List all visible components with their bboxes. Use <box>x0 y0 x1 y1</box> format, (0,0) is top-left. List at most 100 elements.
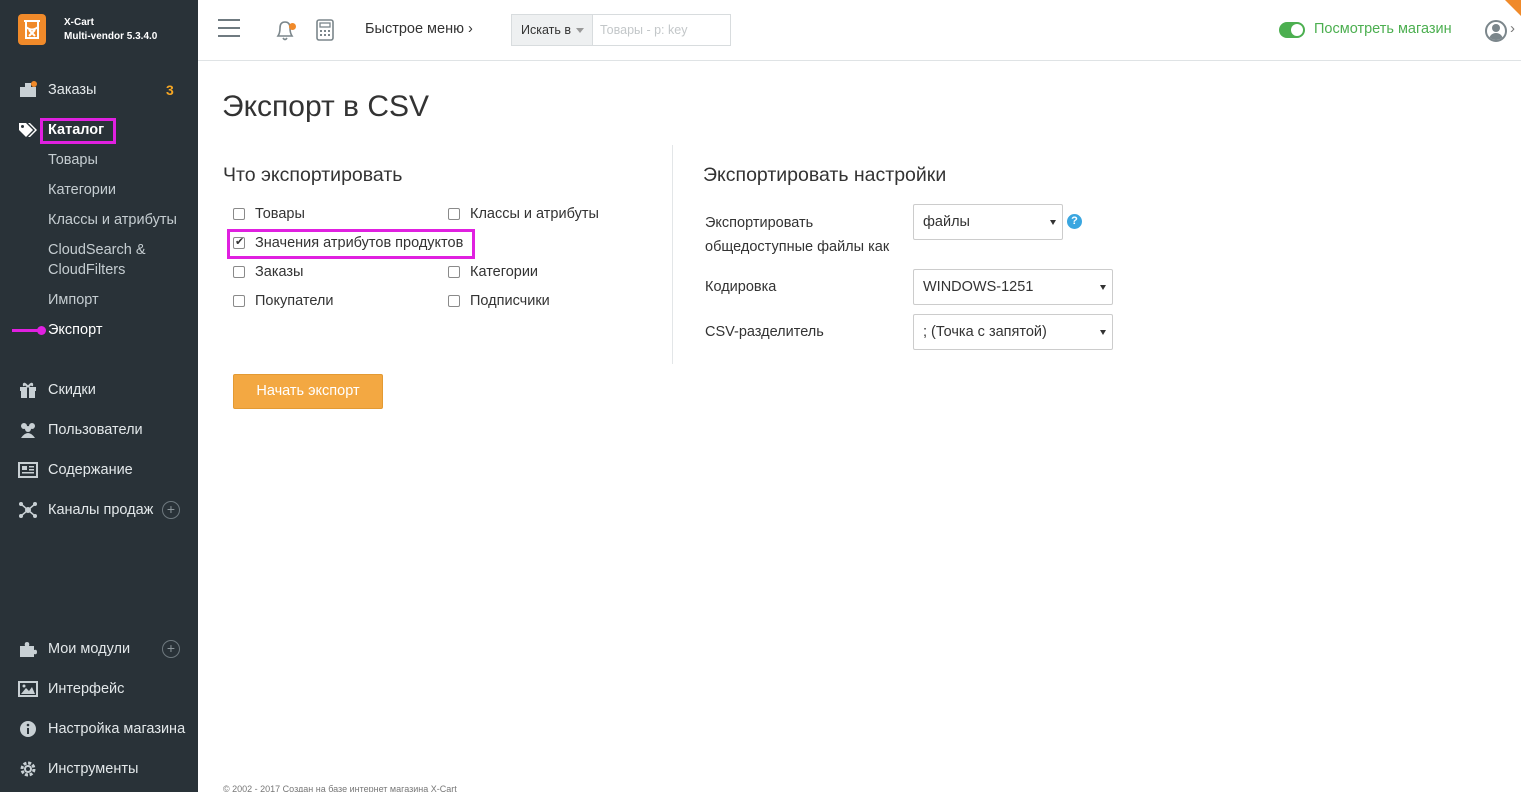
search-scope-label: Искать в <box>521 23 572 37</box>
user-avatar-icon[interactable] <box>1485 20 1507 42</box>
checkbox[interactable] <box>448 266 460 278</box>
footer-copyright: © 2002 - 2017 Создан на базе интернет ма… <box>223 784 457 792</box>
caret-down-icon <box>1050 220 1056 225</box>
option-label: Заказы <box>255 264 304 280</box>
sidebar-item-discounts[interactable]: Скидки <box>0 378 198 402</box>
public-files-label: Экспортировать общедоступные файлы как <box>705 211 889 259</box>
caret-down-icon <box>1100 330 1106 335</box>
sidebar-item-label: Инструменты <box>48 761 139 777</box>
xcart-logo-icon <box>18 14 46 45</box>
caret-down-icon <box>1100 285 1106 290</box>
encoding-label: Кодировка <box>705 279 777 295</box>
export-option-customers[interactable]: Покупатели <box>233 293 333 309</box>
sidebar-item-my-modules[interactable]: Мои модули + <box>0 637 198 661</box>
export-option-attribute-values[interactable]: Значения атрибутов продуктов <box>233 235 463 251</box>
checkbox[interactable] <box>448 208 460 220</box>
export-option-orders[interactable]: Заказы <box>233 264 303 280</box>
network-icon <box>19 502 37 518</box>
orders-count-badge: 3 <box>166 82 174 98</box>
option-label: Товары <box>255 206 305 222</box>
checkbox[interactable] <box>233 295 245 307</box>
sidebar-subitem-cloudfilters[interactable]: CloudFilters <box>48 260 125 280</box>
brand-row[interactable]: X-Cart Multi-vendor 5.3.4.0 <box>18 14 157 45</box>
sidebar-item-label: Интерфейс <box>48 681 125 697</box>
sidebar-item-orders[interactable]: Заказы 3 <box>0 78 198 102</box>
image-icon <box>18 681 38 697</box>
sidebar-subitem-export[interactable]: Экспорт <box>48 320 102 340</box>
puzzle-icon <box>20 642 37 657</box>
sidebar-item-content[interactable]: Содержание <box>0 458 198 482</box>
what-to-export-heading: Что экспортировать <box>223 164 403 186</box>
export-option-categories[interactable]: Категории <box>448 264 538 280</box>
column-divider <box>672 145 673 364</box>
sidebar-subitem-import[interactable]: Импорт <box>48 290 99 310</box>
sidebar-item-catalog[interactable]: Каталог <box>48 122 104 138</box>
corner-ribbon <box>1505 0 1521 16</box>
public-files-label-line2: общедоступные файлы как <box>705 239 890 255</box>
option-label: Значения атрибутов продуктов <box>255 235 464 251</box>
checkbox[interactable] <box>448 295 460 307</box>
sidebar: X-Cart Multi-vendor 5.3.4.0 Заказы 3 Кат… <box>0 0 198 792</box>
search-input[interactable]: Товары - p: key <box>591 14 731 46</box>
brand-text: X-Cart Multi-vendor 5.3.4.0 <box>64 16 157 44</box>
quick-menu-link[interactable]: Быстрое меню › <box>365 21 473 37</box>
delimiter-label: CSV-разделитель <box>705 324 824 340</box>
sidebar-item-label: Содержание <box>48 462 133 478</box>
export-option-products[interactable]: Товары <box>233 206 305 222</box>
info-icon <box>20 721 36 737</box>
option-label: Категории <box>470 264 539 280</box>
store-visibility-toggle[interactable] <box>1279 22 1305 38</box>
sidebar-item-sales-channels[interactable]: Каналы продаж + <box>0 498 198 522</box>
sidebar-subitem-products[interactable]: Товары <box>48 150 98 170</box>
sidebar-subitem-categories[interactable]: Категории <box>48 180 116 200</box>
sidebar-item-users[interactable]: Пользователи <box>0 418 198 442</box>
bell-icon[interactable] <box>274 18 296 42</box>
view-store-link[interactable]: Посмотреть магазин <box>1314 21 1452 37</box>
users-icon <box>21 423 35 438</box>
option-label: Классы и атрибуты <box>470 206 599 222</box>
sidebar-item-label: Настройка магазина <box>48 721 186 737</box>
start-export-button[interactable]: Начать экспорт <box>233 374 383 409</box>
notification-dot <box>289 23 296 30</box>
sidebar-item-label: Каналы продаж <box>48 502 154 518</box>
encoding-value: WINDOWS-1251 <box>923 279 1034 295</box>
brand-version: Multi-vendor 5.3.4.0 <box>64 30 158 42</box>
gift-icon <box>20 382 36 398</box>
calculator-icon[interactable] <box>316 19 334 41</box>
checkbox[interactable] <box>233 266 245 278</box>
checkbox-checked[interactable] <box>233 235 245 249</box>
sidebar-item-interface[interactable]: Интерфейс <box>0 677 198 701</box>
gear-icon <box>20 761 36 777</box>
sidebar-subitem-cloudsearch[interactable]: CloudSearch & <box>48 240 146 260</box>
public-files-value: файлы <box>923 214 970 230</box>
export-option-subscribers[interactable]: Подписчики <box>448 293 550 309</box>
help-icon[interactable]: ? <box>1067 214 1082 229</box>
sidebar-item-label: Пользователи <box>48 422 143 438</box>
sidebar-item-store-setup[interactable]: Настройка магазина <box>0 717 198 741</box>
export-settings-heading: Экспортировать настройки <box>703 164 947 186</box>
export-option-classes-attributes[interactable]: Классы и атрибуты <box>448 206 599 222</box>
search-scope-dropdown[interactable]: Искать в <box>511 14 593 46</box>
public-files-select[interactable]: файлы <box>913 204 1063 240</box>
sidebar-subitem-classes-attributes[interactable]: Классы и атрибуты <box>48 210 177 230</box>
caret-down-icon <box>576 28 584 33</box>
encoding-select[interactable]: WINDOWS-1251 <box>913 269 1113 305</box>
public-files-label-line1: Экспортировать <box>705 215 814 231</box>
sidebar-item-label: Мои модули <box>48 641 131 657</box>
chevron-right-icon[interactable]: › <box>1510 20 1515 37</box>
checkbox[interactable] <box>233 208 245 220</box>
sidebar-item-label: Заказы <box>48 82 97 98</box>
pointer-arrow-head <box>37 326 46 335</box>
hamburger-menu-icon[interactable] <box>218 19 240 37</box>
option-label: Подписчики <box>470 293 550 309</box>
content-icon <box>18 462 38 478</box>
add-sales-channel-button[interactable]: + <box>162 501 180 519</box>
delimiter-select[interactable]: ; (Точка с запятой) <box>913 314 1113 350</box>
delimiter-value: ; (Точка с запятой) <box>923 324 1047 340</box>
orders-icon <box>20 81 37 97</box>
sidebar-item-tools[interactable]: Инструменты <box>0 757 198 781</box>
tags-icon <box>19 123 37 137</box>
add-module-button[interactable]: + <box>162 640 180 658</box>
brand-name: X-Cart <box>64 16 95 28</box>
top-bar: Быстрое меню › Искать в Товары - p: key … <box>198 0 1521 61</box>
